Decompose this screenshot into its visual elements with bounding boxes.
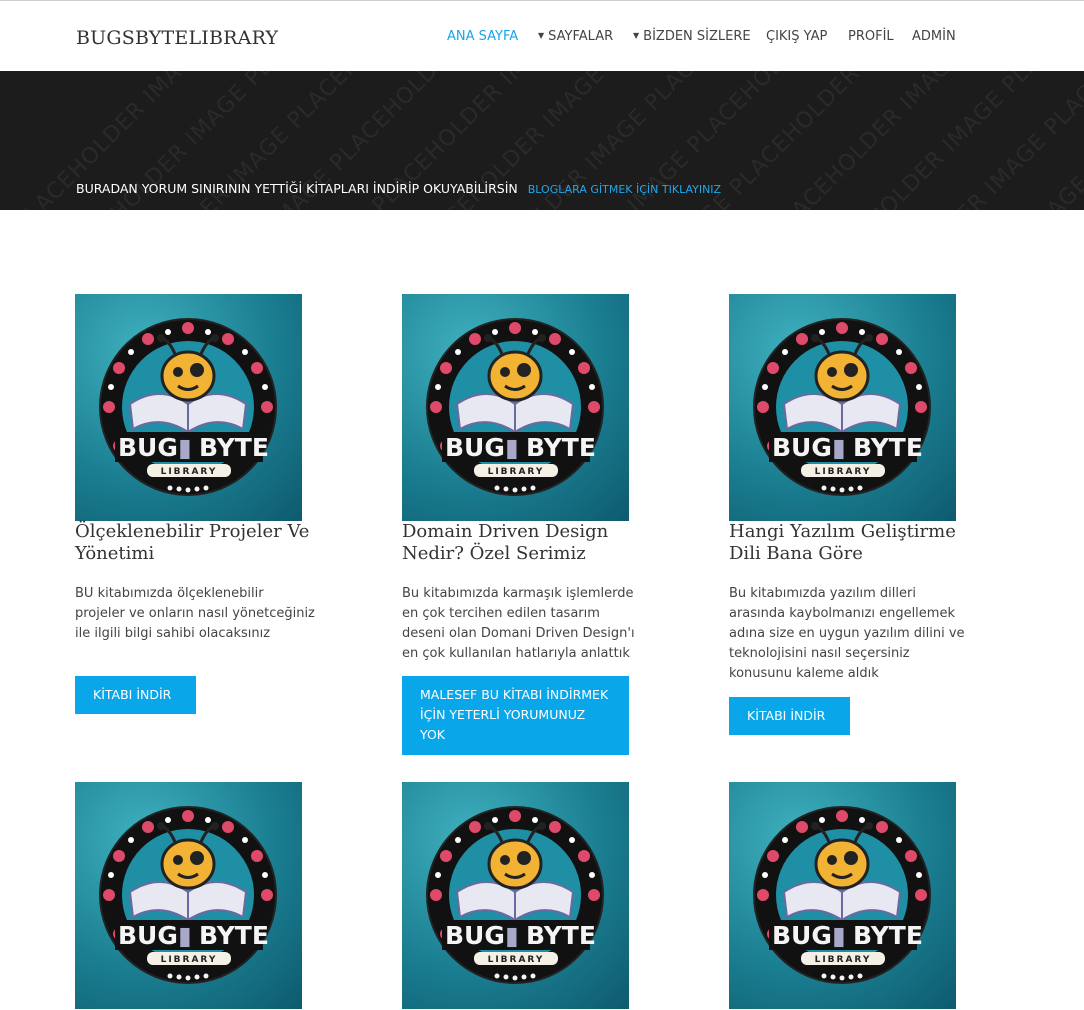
svg-text:BUG: BUG (445, 921, 505, 950)
bugsbyte-logo: BUG ▮ BYTE LIBRARY (753, 318, 931, 496)
svg-text:▮: ▮ (178, 921, 192, 950)
book-title[interactable]: Domain Driven Design Nedir? Özel Serimiz (402, 521, 642, 565)
nav-item-label: SAYFALAR (548, 29, 614, 44)
svg-text:BUG: BUG (772, 433, 832, 462)
hero-text: BURADAN YORUM SINIRININ YETTİĞİ KİTAPLAR… (76, 181, 721, 196)
svg-text:▮: ▮ (832, 433, 846, 462)
nav-item-profil[interactable]: PROFİL (848, 29, 894, 44)
svg-text:BUG: BUG (445, 433, 505, 462)
book-cover[interactable]: BUG ▮ BYTE LIBRARY (729, 294, 956, 521)
book-title[interactable]: Ölçeklenebilir Projeler Ve Yönetimi (75, 521, 315, 565)
svg-text:LIBRARY: LIBRARY (488, 955, 545, 965)
hero-message: BURADAN YORUM SINIRININ YETTİĞİ KİTAPLAR… (76, 181, 518, 196)
nav-item-label: ÇIKIŞ YAP (766, 29, 828, 44)
svg-text:BYTE: BYTE (199, 921, 269, 950)
svg-text:LIBRARY: LIBRARY (161, 467, 218, 477)
bugsbyte-logo: BUG ▮ BYTE LIBRARY (753, 806, 931, 984)
nav-item-bizden-sizlere[interactable]: ▼ BİZDEN SİZLERE (633, 29, 751, 44)
svg-text:LIBRARY: LIBRARY (161, 955, 218, 965)
nav-item-label: ADMİN (912, 29, 956, 44)
nav-item-ana-sayfa[interactable]: ANA SAYFA (447, 29, 518, 44)
book-cover[interactable]: BUG ▮ BYTE LIBRARY (729, 782, 956, 1009)
svg-text:▮: ▮ (178, 433, 192, 462)
svg-text:BUG: BUG (118, 921, 178, 950)
svg-text:LIBRARY: LIBRARY (815, 955, 872, 965)
caret-down-icon: ▼ (633, 31, 640, 40)
nav-item-label: ANA SAYFA (447, 29, 519, 44)
svg-text:BYTE: BYTE (199, 433, 269, 462)
nav-item-label: BİZDEN SİZLERE (643, 29, 751, 44)
bugsbyte-logo: BUG ▮ BYTE LIBRARY (99, 318, 277, 496)
main-nav: ANA SAYFA ▼ SAYFALAR ▼ BİZDEN SİZLERE ÇIKI… (0, 29, 1084, 49)
download-book-button[interactable]: KİTABI İNDİR (729, 697, 850, 735)
svg-text:BYTE: BYTE (853, 433, 923, 462)
blog-link[interactable]: BLOGLARA GİTMEK İÇİN TIKLAYINIZ (528, 183, 721, 196)
book-cover[interactable]: BUG ▮ BYTE LIBRARY (402, 294, 629, 521)
svg-text:BYTE: BYTE (526, 921, 596, 950)
download-book-button[interactable]: KİTABI İNDİR (75, 676, 196, 714)
svg-text:▮: ▮ (832, 921, 846, 950)
book-cover[interactable]: BUG ▮ BYTE LIBRARY (402, 782, 629, 1009)
svg-text:BUG: BUG (772, 921, 832, 950)
nav-item-sayfalar[interactable]: ▼ SAYFALAR (538, 29, 613, 44)
book-cover[interactable]: BUG ▮ BYTE LIBRARY (75, 294, 302, 521)
nav-item-admin[interactable]: ADMİN (912, 29, 956, 44)
svg-text:BYTE: BYTE (853, 921, 923, 950)
site-header: BUGSBYTELIBRARY ANA SAYFA ▼ SAYFALAR ▼ BİZ… (0, 1, 1084, 71)
bugsbyte-logo: BUG ▮ BYTE LIBRARY (426, 318, 604, 496)
book-description: Bu kitabımızda karmaşık işlemlerde en ço… (402, 586, 635, 661)
hero-banner: IMAGE PLACEHOLDER IMAGE PLACEHOLDER IMAG… (0, 71, 1084, 210)
svg-text:LIBRARY: LIBRARY (488, 467, 545, 477)
book-description: BU kitabımızda ölçeklenebilir projeler v… (75, 586, 315, 641)
svg-text:▮: ▮ (505, 921, 519, 950)
book-title[interactable]: Hangi Yazılım Geliştirme Dili Bana Göre (729, 521, 969, 565)
nav-item-label: PROFİL (848, 29, 894, 44)
book-description: Bu kitabımızda yazılım dilleri arasında … (729, 586, 965, 681)
svg-text:BUG: BUG (118, 433, 178, 462)
bugsbyte-logo: BUG ▮ BYTE LIBRARY (426, 806, 604, 984)
bugsbyte-logo: BUG ▮ BYTE LIBRARY (99, 806, 277, 984)
book-cover[interactable]: BUG ▮ BYTE LIBRARY (75, 782, 302, 1009)
nav-item-cikis-yap[interactable]: ÇIKIŞ YAP (766, 29, 827, 44)
svg-text:▮: ▮ (505, 433, 519, 462)
svg-text:BYTE: BYTE (526, 433, 596, 462)
svg-text:LIBRARY: LIBRARY (815, 467, 872, 477)
caret-down-icon: ▼ (538, 31, 545, 40)
insufficient-comments-button[interactable]: MALESEF BU KİTABI İNDİRMEK İÇİN YETERLİ … (402, 676, 629, 755)
